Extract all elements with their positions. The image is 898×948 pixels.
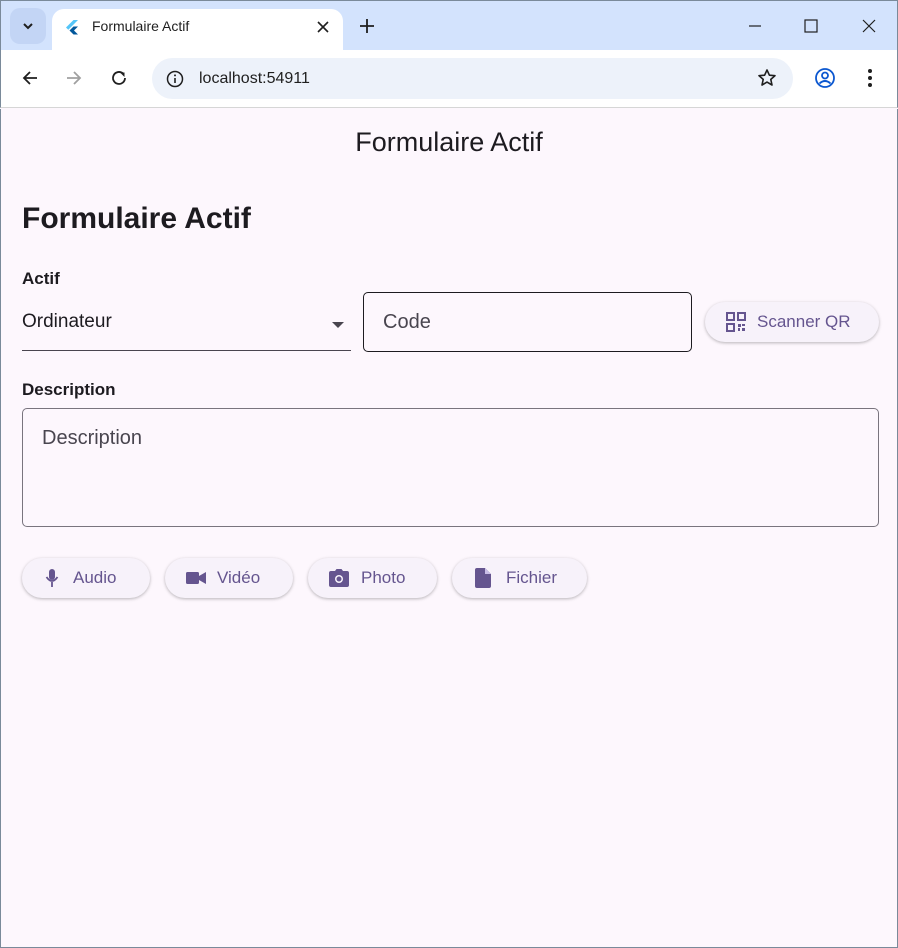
close-icon [317,21,329,33]
close-window-button[interactable] [849,9,889,43]
photo-label: Photo [361,568,406,587]
actif-selected-value: Ordinateur [22,311,112,332]
dropdown-arrow-icon [332,322,344,328]
file-label: Fichier [506,568,558,587]
mic-icon [45,569,59,587]
actif-label: Actif [22,269,60,288]
site-info-button[interactable] [160,64,189,93]
star-icon [758,69,776,86]
app-page: Formulaire Actif Formulaire Actif Actif … [0,109,898,948]
minimize-icon [749,25,761,27]
address-bar[interactable]: localhost:54911 [152,58,793,99]
maximize-button[interactable] [791,9,831,43]
url-text: localhost:54911 [199,70,310,87]
page-title: Formulaire Actif [22,202,251,235]
file-button[interactable]: Fichier [452,558,587,598]
site-info-icon [166,70,183,87]
bookmark-button[interactable] [755,66,779,90]
actif-dropdown[interactable]: Ordinateur [22,299,351,351]
file-icon [475,568,491,588]
more-vert-icon [868,69,872,87]
tab-close-button[interactable] [311,15,335,39]
minimize-button[interactable] [735,9,775,43]
active-tab[interactable]: Formulaire Actif [52,9,343,51]
plus-icon [360,19,374,33]
chevron-down-icon [23,23,33,30]
code-input[interactable] [363,292,692,352]
videocam-icon [186,572,206,584]
maximize-icon [804,19,818,33]
scan-qr-label: Scanner QR [757,312,851,331]
browser-menu-button[interactable] [854,62,886,94]
qr-scanner-icon [726,312,746,332]
close-window-icon [862,19,876,33]
back-button[interactable] [14,62,46,94]
video-label: Vidéo [217,568,261,587]
audio-label: Audio [73,568,117,587]
forward-arrow-icon [67,71,82,85]
flutter-icon [66,20,78,35]
photo-button[interactable]: Photo [308,558,437,598]
profile-icon [815,68,835,88]
reload-button[interactable] [103,62,135,94]
description-label: Description [22,380,116,399]
audio-button[interactable]: Audio [22,558,150,598]
tab-title: Formulaire Actif [92,18,190,34]
back-arrow-icon [22,71,37,85]
profile-button[interactable] [809,62,841,94]
browser-tab-strip: Formulaire Actif [0,0,898,51]
scan-qr-button[interactable]: Scanner QR [705,302,879,342]
new-tab-button[interactable] [353,12,381,40]
forward-button[interactable] [58,62,90,94]
camera-icon [329,569,349,587]
browser-toolbar: localhost:54911 [0,50,898,108]
appbar-title: Formulaire Actif [355,127,543,157]
video-button[interactable]: Vidéo [165,558,293,598]
description-field[interactable] [22,408,879,527]
tab-search-button[interactable] [10,8,46,44]
reload-icon [112,71,126,85]
